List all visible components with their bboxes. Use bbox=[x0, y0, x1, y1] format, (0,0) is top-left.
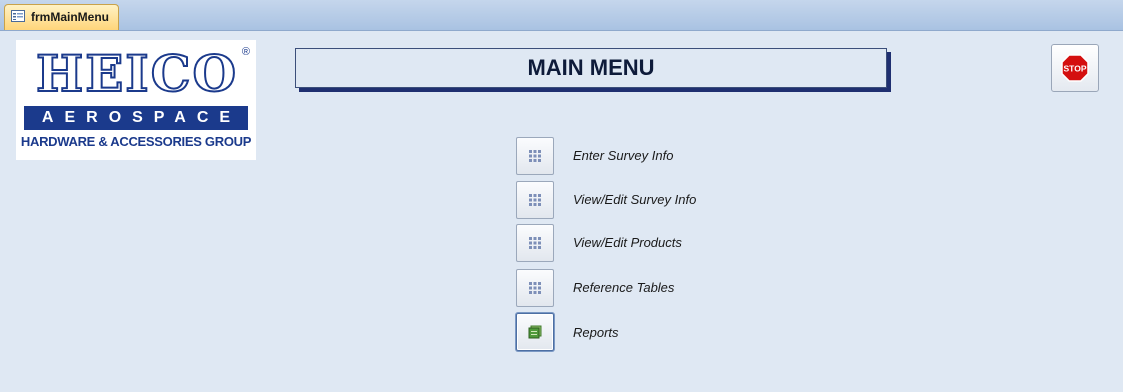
reference-tables-label[interactable]: Reference Tables bbox=[573, 280, 674, 295]
document-tab-strip: frmMainMenu bbox=[0, 0, 1123, 31]
report-icon bbox=[528, 325, 542, 339]
reports-label[interactable]: Reports bbox=[573, 325, 619, 340]
stop-button[interactable]: STOP bbox=[1051, 44, 1099, 92]
stop-sign-text: STOP bbox=[1064, 64, 1087, 74]
form-icon bbox=[11, 10, 25, 22]
logo-subtitle: HARDWARE & ACCESSORIES GROUP bbox=[20, 134, 252, 149]
logo-registered-mark: ® bbox=[241, 46, 250, 58]
view-edit-survey-info-button[interactable] bbox=[516, 181, 554, 219]
grid-icon bbox=[529, 194, 541, 206]
enter-survey-info-label[interactable]: Enter Survey Info bbox=[573, 148, 673, 163]
reports-button[interactable] bbox=[516, 313, 554, 351]
tab-frmmainmenu[interactable]: frmMainMenu bbox=[4, 4, 119, 30]
enter-survey-info-button[interactable] bbox=[516, 137, 554, 175]
stop-sign-icon: STOP bbox=[1061, 54, 1089, 82]
logo-brand-text: HEICO bbox=[35, 43, 239, 104]
page-title: MAIN MENU bbox=[295, 48, 887, 88]
view-edit-products-button[interactable] bbox=[516, 224, 554, 262]
grid-icon bbox=[529, 282, 541, 294]
grid-icon bbox=[529, 237, 541, 249]
heico-logo: HEICO ® AEROSPACE HARDWARE & ACCESSORIES… bbox=[16, 40, 256, 160]
form-main-menu: HEICO ® AEROSPACE HARDWARE & ACCESSORIES… bbox=[0, 31, 1123, 392]
tab-label: frmMainMenu bbox=[31, 10, 109, 24]
view-edit-products-label[interactable]: View/Edit Products bbox=[573, 235, 682, 250]
logo-band-text: AEROSPACE bbox=[24, 106, 248, 130]
grid-icon bbox=[529, 150, 541, 162]
reference-tables-button[interactable] bbox=[516, 269, 554, 307]
view-edit-survey-info-label[interactable]: View/Edit Survey Info bbox=[573, 192, 696, 207]
